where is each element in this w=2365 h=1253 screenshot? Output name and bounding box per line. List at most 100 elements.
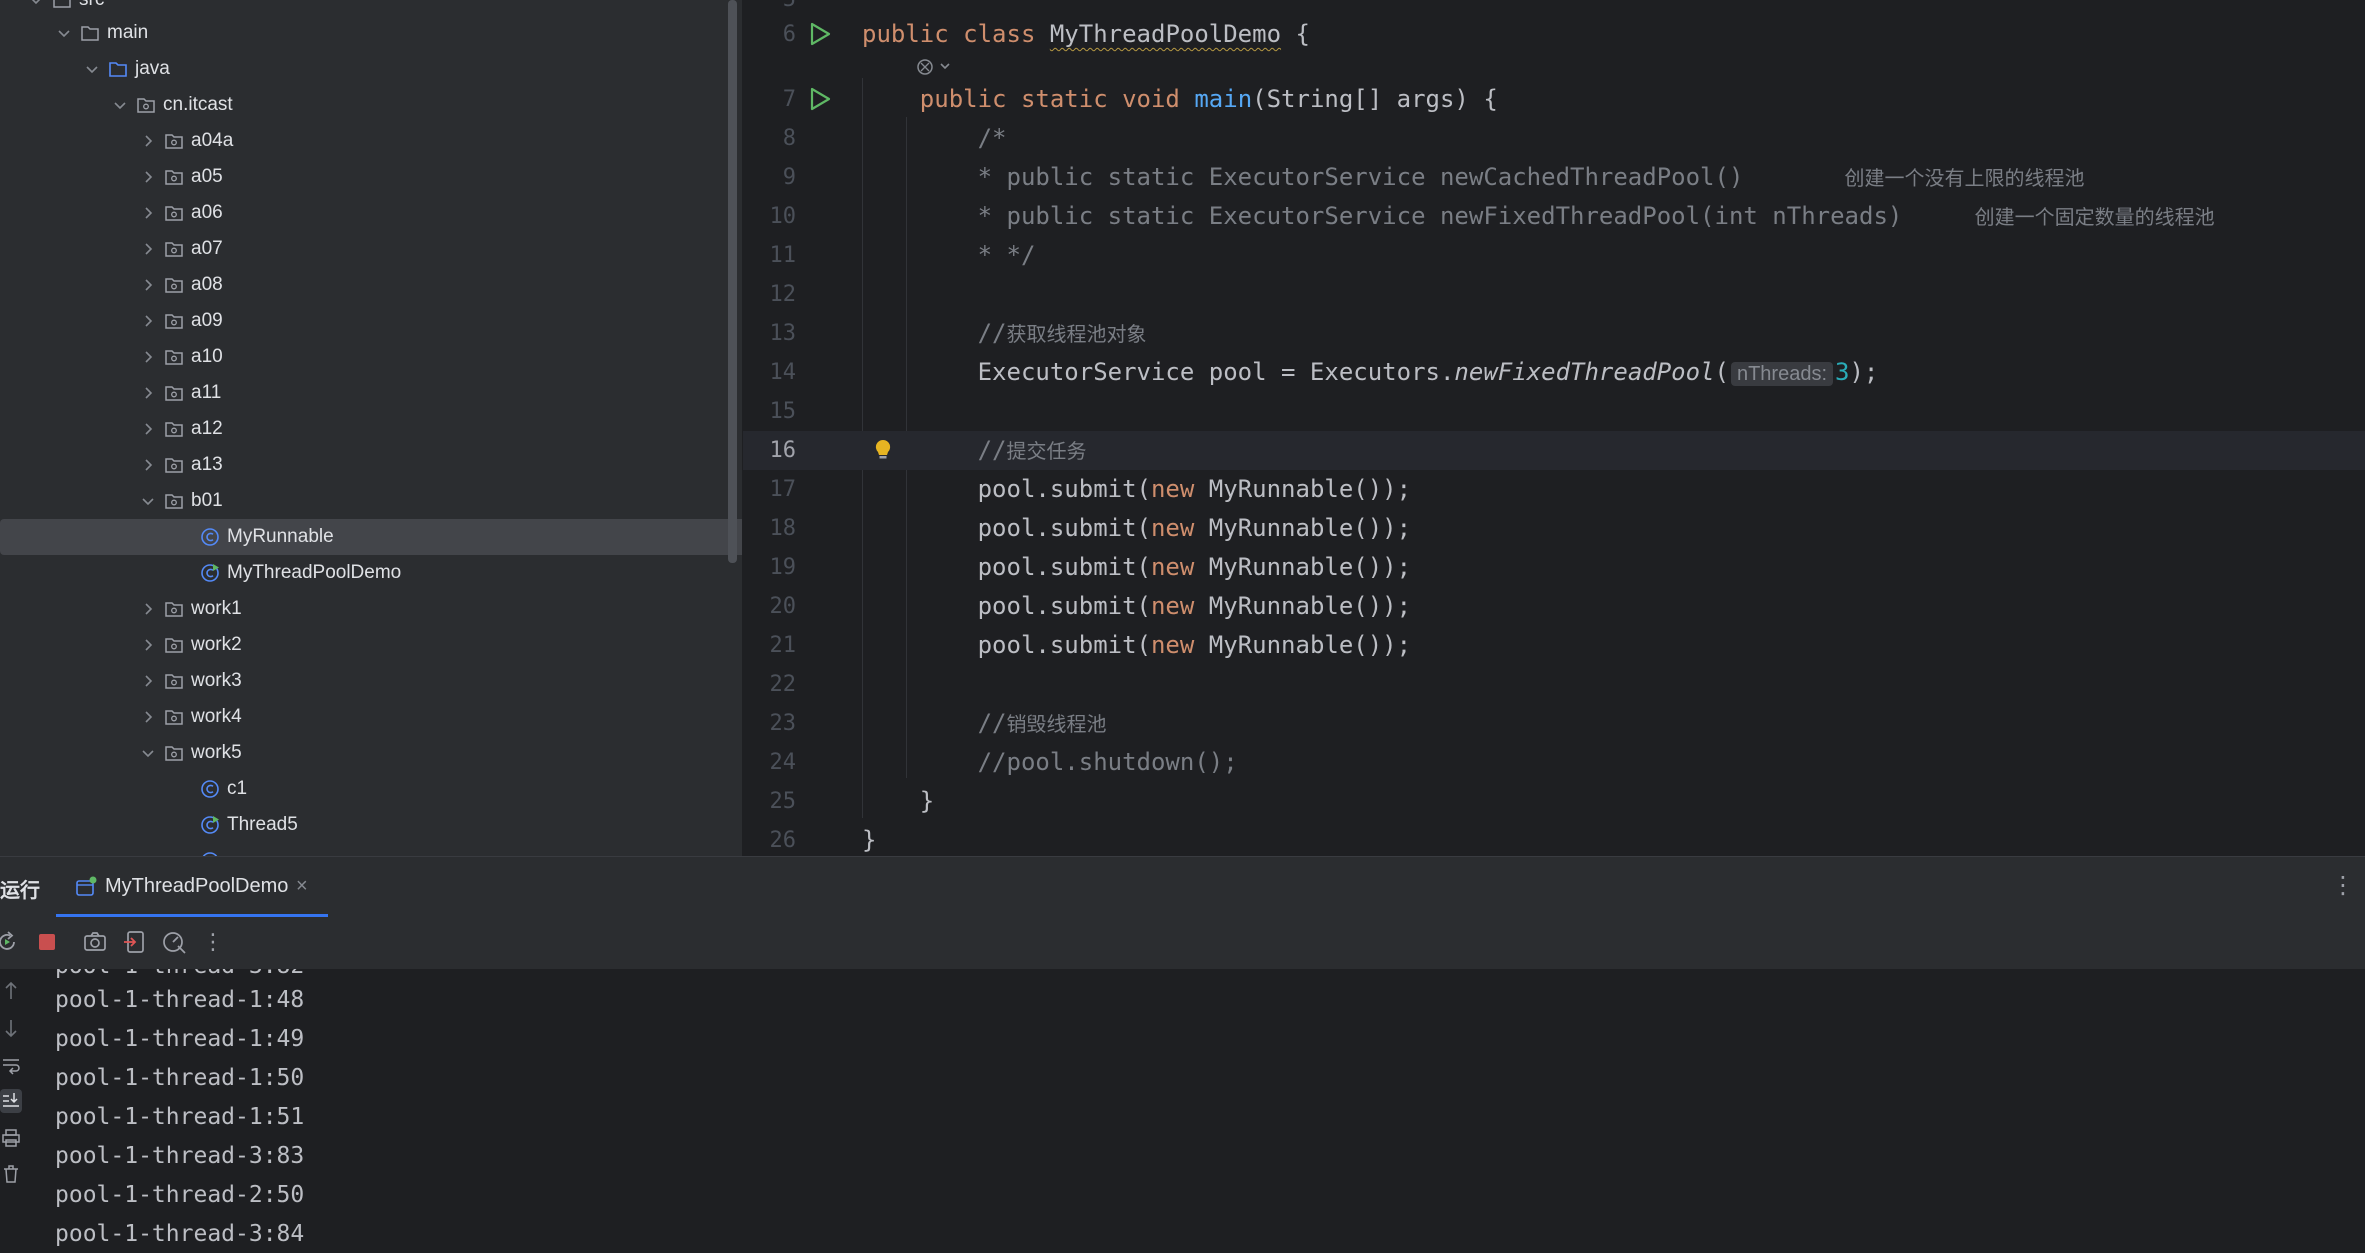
code-line[interactable]: 23 //销毁线程池 — [743, 704, 2365, 743]
run-icon[interactable] — [807, 21, 833, 53]
chevron-down-icon[interactable] — [112, 97, 128, 113]
code-line[interactable]: 19 pool.submit(new MyRunnable()); — [743, 548, 2365, 587]
chevron-right-icon[interactable] — [140, 169, 156, 185]
tree-item-label: Thread5 — [227, 814, 298, 835]
tree-item-a08[interactable]: a08 — [0, 267, 742, 303]
code-line[interactable]: 7 public static void main(String[] args)… — [743, 80, 2365, 119]
rerun-icon[interactable] — [0, 929, 20, 955]
run-toolbar: ⋮ — [0, 917, 2365, 969]
code-line[interactable]: 25 } — [743, 782, 2365, 821]
tree-item-work2[interactable]: work2 — [0, 627, 742, 663]
console-output[interactable]: pool-1-thread-3:82 pool-1-thread-1:48 po… — [0, 969, 2365, 1253]
chevron-down-icon[interactable] — [56, 25, 72, 41]
tab-mythreadpooldemo[interactable]: MyThreadPoolDemo × — [56, 857, 328, 917]
tree-item-b01[interactable]: b01 — [0, 483, 742, 519]
code-line[interactable]: 9 * public static ExecutorService newCac… — [743, 158, 2365, 197]
tree-item-a05[interactable]: a05 — [0, 159, 742, 195]
line-number: 20 — [769, 594, 797, 619]
tree-item-work1[interactable]: work1 — [0, 591, 742, 627]
chevron-right-icon[interactable] — [140, 277, 156, 293]
chevron-down-icon[interactable] — [84, 61, 100, 77]
chevron-right-icon[interactable] — [140, 421, 156, 437]
code-text: * public static ExecutorService newCache… — [862, 163, 2085, 191]
camera-icon[interactable] — [82, 929, 108, 955]
scroll-to-end-icon[interactable] — [0, 1089, 22, 1113]
run-header: 运行 MyThreadPoolDemo × ⋮ — [0, 857, 2365, 917]
chevron-right-icon[interactable] — [140, 709, 156, 725]
chevron-right-icon[interactable] — [140, 601, 156, 617]
chevron-right-icon[interactable] — [140, 385, 156, 401]
code-line[interactable]: 18 pool.submit(new MyRunnable()); — [743, 509, 2365, 548]
tree-item-myrunnable[interactable]: MyRunnable — [0, 519, 742, 555]
exit-icon[interactable] — [122, 929, 148, 955]
code-line[interactable]: 10 * public static ExecutorService newFi… — [743, 197, 2365, 236]
project-tool-window: src main java cn.itcast a04a a05 a06 a07 — [0, 0, 742, 856]
code-line[interactable]: 13 //获取线程池对象 — [743, 314, 2365, 353]
profiler-icon[interactable] — [161, 929, 187, 955]
chevron-down-icon[interactable] — [140, 493, 156, 509]
code-line[interactable]: 21 pool.submit(new MyRunnable()); — [743, 626, 2365, 665]
line-number: 21 — [769, 633, 797, 658]
tree-item-a12[interactable]: a12 — [0, 411, 742, 447]
code-line-current[interactable]: 16 //提交任务 — [743, 431, 2365, 470]
tree-item-work3[interactable]: work3 — [0, 663, 742, 699]
line-number: 13 — [769, 321, 797, 346]
chevron-right-icon[interactable] — [140, 349, 156, 365]
chevron-right-icon[interactable] — [140, 673, 156, 689]
tree-item-mythreadpooldemo[interactable]: MyThreadPoolDemo — [0, 555, 742, 591]
tree-item-a11[interactable]: a11 — [0, 375, 742, 411]
code-line[interactable]: 22 — [743, 665, 2365, 704]
more-options-icon[interactable]: ⋮ — [2331, 871, 2355, 900]
chevron-right-icon[interactable] — [140, 133, 156, 149]
line-number: 10 — [769, 204, 797, 229]
code-line[interactable]: 17 pool.submit(new MyRunnable()); — [743, 470, 2365, 509]
print-icon[interactable] — [0, 1126, 22, 1150]
inlay-hint-icon[interactable] — [915, 56, 955, 83]
code-line[interactable]: 11 * */ — [743, 236, 2365, 275]
trash-icon[interactable] — [0, 1162, 22, 1186]
tree-item-a09[interactable]: a09 — [0, 303, 742, 339]
tree-item-c1[interactable]: c1 — [0, 771, 742, 807]
tree-item-work5[interactable]: work5 — [0, 735, 742, 771]
tree-item-a07[interactable]: a07 — [0, 231, 742, 267]
code-line[interactable]: 6 public class MyThreadPoolDemo { — [743, 15, 2365, 54]
tree-item-work4[interactable]: work4 — [0, 699, 742, 735]
code-line[interactable]: 14 ExecutorService pool = Executors.newF… — [743, 353, 2365, 392]
chevron-down-icon[interactable] — [140, 745, 156, 761]
tree-item-a10[interactable]: a10 — [0, 339, 742, 375]
soft-wrap-icon[interactable] — [0, 1053, 22, 1077]
tree-item-java[interactable]: java — [0, 51, 742, 87]
tree-item-thread5[interactable]: Thread5 — [0, 807, 742, 843]
tree-item-main[interactable]: main — [0, 15, 742, 51]
code-line[interactable]: 15 — [743, 392, 2365, 431]
tree-item-label: c1 — [227, 778, 248, 799]
chevron-right-icon[interactable] — [140, 637, 156, 653]
code-line[interactable]: 12 — [743, 275, 2365, 314]
chevron-right-icon[interactable] — [140, 205, 156, 221]
tree-item-label: work5 — [191, 742, 242, 763]
more-icon[interactable]: ⋮ — [200, 929, 226, 955]
tree-item-a13[interactable]: a13 — [0, 447, 742, 483]
close-icon[interactable]: × — [296, 875, 308, 898]
chevron-right-icon[interactable] — [140, 241, 156, 257]
tree-item-a04a[interactable]: a04a — [0, 123, 742, 159]
code-line[interactable]: 26 } — [743, 821, 2365, 856]
tree-item-a06[interactable]: a06 — [0, 195, 742, 231]
scroll-up-icon[interactable] — [0, 979, 22, 1003]
code-line[interactable]: 24 //pool.shutdown(); — [743, 743, 2365, 782]
tree-item-cn-itcast[interactable]: cn.itcast — [0, 87, 742, 123]
tree-scrollbar[interactable] — [728, 0, 737, 563]
run-icon[interactable] — [807, 86, 833, 118]
code-line[interactable]: 20 pool.submit(new MyRunnable()); — [743, 587, 2365, 626]
chevron-right-icon[interactable] — [140, 457, 156, 473]
package-icon — [164, 707, 184, 727]
tree-item-label: work3 — [191, 670, 242, 691]
code-line[interactable]: 8 /* — [743, 119, 2365, 158]
console-line: pool-1-thread-2:50 — [55, 1182, 305, 1208]
chevron-down-icon[interactable] — [28, 0, 44, 8]
code-editor[interactable]: 5 6 public class MyThreadPoolDemo { 7 pu… — [743, 0, 2365, 856]
tree-item-label: MyThreadPoolDemo — [227, 562, 402, 583]
stop-icon[interactable] — [34, 929, 60, 955]
scroll-down-icon[interactable] — [0, 1016, 22, 1040]
chevron-right-icon[interactable] — [140, 313, 156, 329]
